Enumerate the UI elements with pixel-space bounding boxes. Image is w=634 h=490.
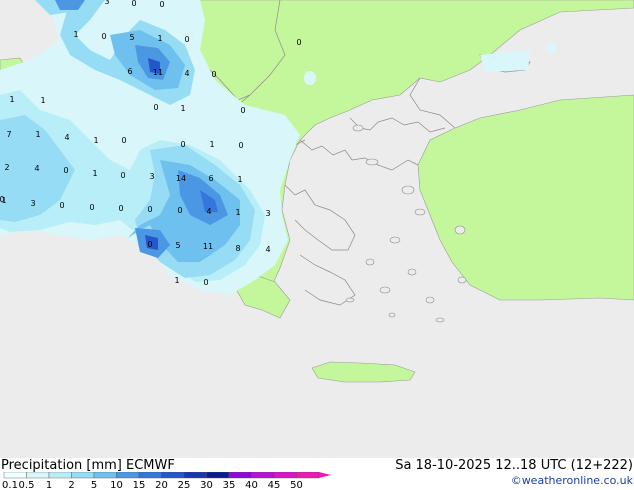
precip-value: 4 (265, 245, 270, 254)
legend-swatch (71, 472, 95, 479)
precip-value: 0 (101, 32, 106, 41)
precip-value: 0 (180, 140, 185, 149)
precip-value: 0 (0, 195, 5, 204)
precip-value: 4 (64, 133, 69, 142)
precip-value: 11 (203, 242, 213, 251)
precip-value: 3 (104, 0, 109, 6)
precip-value: 1 (9, 95, 14, 104)
precip-value: 0 (238, 141, 243, 150)
legend-label: 25 (178, 480, 191, 490)
legend-label: 10 (110, 480, 123, 490)
precip-value: 1 (35, 130, 40, 139)
precip-value: 4 (34, 164, 39, 173)
legend-swatch (228, 472, 252, 479)
precip-value: 0 (147, 240, 152, 249)
precip-value: 0 (131, 0, 136, 8)
precip-value: 0 (63, 166, 68, 175)
legend-swatch (273, 472, 297, 479)
precip-value: 0 (177, 206, 182, 215)
precip-value: 1 (237, 175, 242, 184)
legend-label: 15 (133, 480, 146, 490)
legend-arrow (319, 472, 331, 478)
precip-value: 1 (235, 208, 240, 217)
precip-value: 8 (235, 244, 240, 253)
precip-value: 0 (159, 0, 164, 9)
precip-value: 2 (4, 163, 9, 172)
precip-value: 0 (121, 136, 126, 145)
legend-swatch (251, 472, 275, 479)
precip-value: 1 (40, 96, 45, 105)
precip-value: 1 (93, 136, 98, 145)
legend-swatch (48, 472, 72, 479)
legend-label: 1 (46, 480, 52, 490)
legend-label: 30 (200, 480, 213, 490)
precip-value: 0 (203, 278, 208, 287)
precip-value: 1 (157, 34, 162, 43)
precip-value: 1 (92, 169, 97, 178)
precip-value: 11 (153, 68, 163, 77)
precip-value: 0 (147, 205, 152, 214)
precip-value: 0 (184, 35, 189, 44)
legend-swatch (3, 472, 27, 479)
forecast-datetime: Sa 18-10-2025 12..18 UTC (12+222) (395, 458, 633, 473)
legend-label: 35 (223, 480, 236, 490)
legend-swatch (93, 472, 117, 479)
precip-value: 0 (118, 204, 123, 213)
legend-swatch (161, 472, 185, 479)
precipitation-map: 3 0 01 0 5 1 06 11 4 01 10 1 001 4 1 0 0 1 02 4 0 1 0 3 14 6 11 3 0 0… (0, 0, 634, 458)
legend-swatch (206, 472, 230, 479)
precip-value: 4 (184, 69, 189, 78)
legend-label: 45 (268, 480, 281, 490)
map-footer: Precipitation [mm] ECMWF Sa 18-10-2025 1… (0, 458, 634, 490)
precip-value: 1 (73, 30, 78, 39)
precip-value: 14 (176, 174, 186, 183)
precip-value: 0 (120, 171, 125, 180)
legend-label: 20 (155, 480, 168, 490)
precip-value: 0 (89, 203, 94, 212)
precip-small-patch (304, 71, 316, 85)
precip-value: 0 (296, 38, 301, 47)
legend-label: 2 (68, 480, 74, 490)
legend-label: 40 (245, 480, 258, 490)
precip-value: 3 (265, 209, 270, 218)
legend-swatch (296, 472, 320, 479)
color-legend: 0.1 0.5 1 2 5 10 15 20 25 30 35 40 45 50 (2, 472, 331, 490)
precip-value: 7 (6, 130, 11, 139)
legend-swatch (116, 472, 140, 479)
legend-swatch (26, 472, 50, 479)
precip-value: 5 (129, 33, 134, 42)
legend-label: 0.1 (2, 480, 18, 490)
precip-value: 6 (127, 67, 132, 76)
precip-value: 5 (175, 241, 180, 250)
legend-label: 5 (91, 480, 97, 490)
precip-value: 0 (59, 201, 64, 210)
precip-value: 6 (208, 174, 213, 183)
credit-link[interactable]: ©weatheronline.co.uk (511, 474, 633, 487)
precip-value: 1 (174, 276, 179, 285)
precip-value: 1 (180, 104, 185, 113)
precip-value: 0 (240, 106, 245, 115)
precip-value: 3 (149, 172, 154, 181)
precip-small-patch-2 (546, 43, 556, 53)
legend-label: 50 (290, 480, 303, 490)
precip-value: 0 (211, 70, 216, 79)
precip-value: 4 (206, 207, 211, 216)
precip-value: 1 (209, 140, 214, 149)
legend-swatch (183, 472, 207, 479)
precip-value: 3 (30, 199, 35, 208)
legend-label: 0.5 (19, 480, 35, 490)
map-title: Precipitation [mm] ECMWF (1, 458, 175, 473)
precip-value: 0 (153, 103, 158, 112)
legend-swatch (138, 472, 162, 479)
